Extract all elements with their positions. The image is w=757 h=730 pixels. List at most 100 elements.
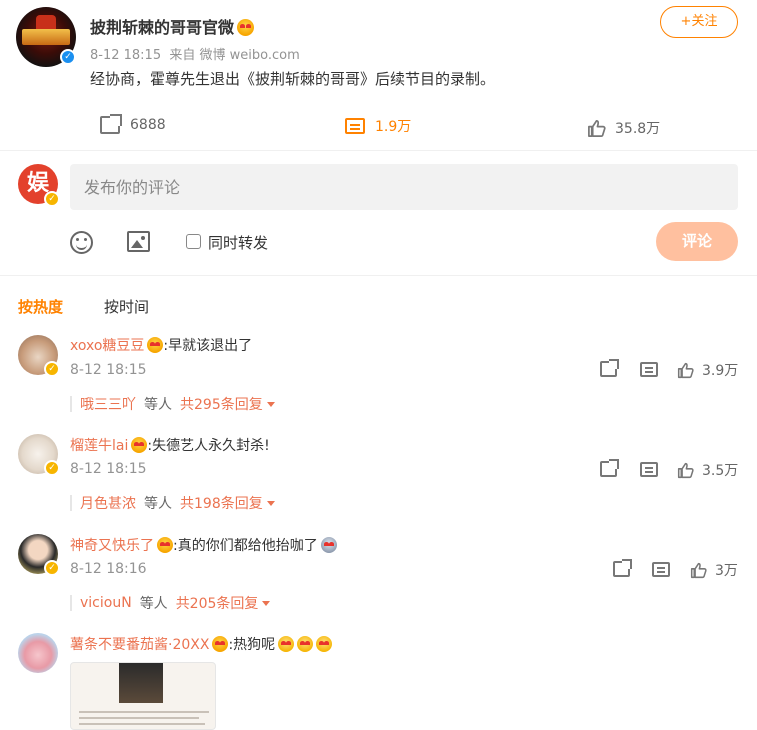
thumbnail-photo	[119, 663, 163, 703]
angry-face-emoji-icon	[131, 437, 148, 453]
comment-time: 8-12 18:15	[70, 362, 147, 378]
repost-button[interactable]: 6888	[100, 114, 166, 134]
comment-username[interactable]: 神奇又快乐了	[70, 538, 154, 554]
comment-icon	[345, 118, 365, 134]
comment-image-thumbnail[interactable]	[70, 662, 216, 730]
post-time[interactable]: 8-12 18:15	[90, 48, 161, 63]
avatar-logo-banner	[22, 29, 70, 45]
caret-down-icon	[266, 402, 275, 407]
comment-like-count: 3.9万	[702, 363, 739, 379]
comment-username[interactable]: xoxo糖豆豆	[70, 338, 144, 354]
thumbs-up-icon	[690, 562, 707, 578]
comment-avatar[interactable]	[18, 633, 58, 673]
comment-reply-button[interactable]	[640, 362, 658, 377]
comment-item: 薯条不要番茄酱·20XX :热狗呢	[70, 634, 333, 654]
comment-like-button[interactable]: 3万	[690, 560, 738, 580]
thumbnail-text-line	[79, 711, 209, 713]
verified-badge-gold-icon: ✓	[44, 560, 60, 576]
divider	[0, 150, 757, 151]
caret-down-icon	[262, 601, 271, 606]
grin-emoji-icon	[316, 636, 333, 652]
repost-count: 6888	[130, 117, 166, 133]
reply-icon	[640, 362, 658, 377]
avatar-logo-crest	[36, 15, 56, 29]
comment-text: :热狗呢	[228, 637, 276, 653]
share-icon	[600, 459, 619, 477]
comment-username[interactable]: 榴莲牛lai	[70, 438, 128, 454]
comment-username[interactable]: 薯条不要番茄酱·20XX	[70, 637, 209, 653]
share-icon	[613, 559, 632, 577]
emoji-picker-icon[interactable]	[70, 231, 93, 254]
comment-item: 神奇又快乐了 :真的你们都给他抬咖了	[70, 535, 337, 555]
repost-icon	[100, 114, 122, 134]
tab-by-popularity[interactable]: 按热度	[18, 296, 63, 317]
post-source: 来自 微博 weibo.com	[169, 48, 300, 63]
comment-input[interactable]	[70, 164, 738, 210]
submit-comment-button[interactable]: 评论	[656, 222, 738, 261]
comment-text: :早就该退出了	[163, 338, 253, 354]
comment-like-count: 3万	[715, 563, 738, 579]
comment-share-button[interactable]	[600, 459, 619, 477]
comment-replies-link[interactable]: viciouN 等人 共205条回复	[70, 593, 271, 613]
also-repost-checkbox[interactable]	[186, 234, 201, 249]
reply-bar	[70, 396, 72, 412]
comment-share-button[interactable]	[600, 359, 619, 377]
comment-time: 8-12 18:15	[70, 461, 147, 477]
angry-face-emoji-icon	[237, 19, 255, 36]
doge-face-emoji-icon	[320, 537, 337, 553]
comment-reply-button[interactable]	[652, 562, 670, 577]
reply-user[interactable]: 月色甚浓	[80, 493, 136, 513]
share-icon	[600, 359, 619, 377]
comment-like-count: 3.5万	[702, 463, 739, 479]
angry-face-emoji-icon	[212, 636, 229, 652]
comment-reply-button[interactable]	[640, 462, 658, 477]
reply-bar	[70, 495, 72, 511]
comment-share-button[interactable]	[613, 559, 632, 577]
thumbs-up-icon	[587, 119, 606, 137]
comment-replies-link[interactable]: 哦三三吖 等人 共295条回复	[70, 394, 275, 414]
comment-text: :真的你们都给他抬咖了	[173, 538, 318, 554]
comment-item: 榴莲牛lai :失德艺人永久封杀!	[70, 435, 270, 455]
angry-face-emoji-icon	[157, 537, 173, 553]
reply-mid: 等人	[144, 397, 172, 413]
thumbnail-text-line	[79, 717, 199, 719]
like-button[interactable]: 35.8万	[587, 118, 660, 138]
comment-like-button[interactable]: 3.9万	[677, 360, 738, 380]
verified-badge-gold-icon: ✓	[44, 191, 60, 207]
angry-face-emoji-icon	[147, 337, 164, 353]
divider	[0, 275, 757, 276]
reply-icon	[652, 562, 670, 577]
image-upload-icon[interactable]	[127, 231, 150, 252]
thumbs-up-icon	[677, 462, 694, 478]
reply-count[interactable]: 共198条回复	[180, 493, 275, 513]
thumbs-up-icon	[677, 362, 694, 378]
comment-item: xoxo糖豆豆 :早就该退出了	[70, 335, 252, 355]
follow-button[interactable]: +关注	[660, 6, 738, 38]
reply-bar	[70, 595, 72, 611]
like-count: 35.8万	[615, 121, 661, 137]
tab-by-time[interactable]: 按时间	[104, 296, 149, 317]
verified-badge-gold-icon: ✓	[44, 361, 60, 377]
post-author-name[interactable]: 披荆斩棘的哥哥官微	[90, 14, 255, 38]
comment-text: :失德艺人永久封杀!	[147, 438, 270, 454]
grin-emoji-icon	[297, 636, 314, 652]
also-repost-label[interactable]: 同时转发	[208, 232, 268, 253]
grin-emoji-icon	[278, 636, 295, 652]
reply-count[interactable]: 共295条回复	[180, 394, 275, 414]
caret-down-icon	[266, 501, 275, 506]
reply-mid: 等人	[139, 596, 168, 612]
reply-count[interactable]: 共205条回复	[176, 593, 271, 613]
comment-replies-link[interactable]: 月色甚浓 等人 共198条回复	[70, 493, 275, 513]
comment-button[interactable]: 1.9万	[345, 116, 411, 136]
comment-count: 1.9万	[375, 119, 412, 135]
reply-user[interactable]: 哦三三吖	[80, 394, 136, 414]
comment-time: 8-12 18:16	[70, 561, 147, 577]
reply-user[interactable]: viciouN	[80, 595, 132, 611]
verified-badge-gold-icon: ✓	[44, 460, 60, 476]
comment-like-button[interactable]: 3.5万	[677, 460, 738, 480]
post-text: 经协商，霍尊先生退出《披荆斩棘的哥哥》后续节目的录制。	[90, 70, 496, 88]
reply-mid: 等人	[144, 496, 172, 512]
reply-icon	[640, 462, 658, 477]
post-meta: 8-12 18:15 来自 微博 weibo.com	[90, 44, 300, 63]
verified-badge-icon: ✓	[60, 49, 76, 65]
